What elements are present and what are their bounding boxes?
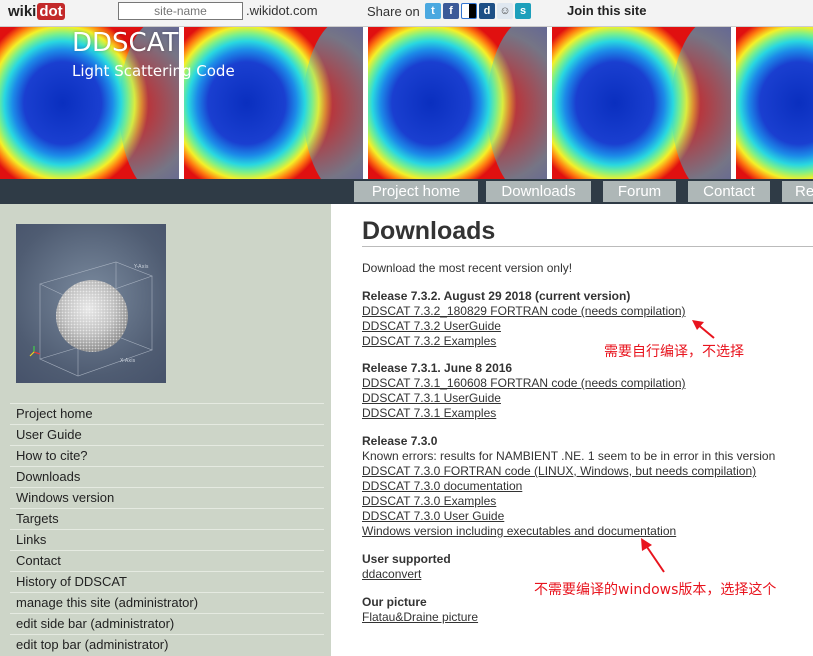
nav-contact[interactable]: Contact bbox=[688, 181, 770, 202]
sidebar-item-manage-site[interactable]: manage this site (administrator) bbox=[10, 592, 324, 613]
top-navigation: Project home Downloads Forum Contact Re bbox=[0, 179, 813, 204]
flatau-draine-picture-link[interactable]: Flatau&Draine picture bbox=[362, 610, 478, 625]
dipole-sphere-graphic: Y-Axis X-Axis bbox=[29, 261, 153, 377]
release-730-heading: Release 7.3.0 bbox=[362, 434, 438, 448]
nav-downloads[interactable]: Downloads bbox=[486, 181, 591, 202]
share-label: Share on bbox=[367, 4, 420, 19]
release-731-userguide-link[interactable]: DDSCAT 7.3.1 UserGuide bbox=[362, 391, 501, 406]
sidebar-item-windows-version[interactable]: Windows version bbox=[10, 487, 324, 508]
digg-icon[interactable]: d bbox=[479, 3, 495, 19]
page-title: Downloads bbox=[362, 217, 813, 247]
nav-project-home[interactable]: Project home bbox=[354, 181, 478, 202]
site-title[interactable]: DDSCAT bbox=[72, 27, 178, 59]
release-732-code-link[interactable]: DDSCAT 7.3.2_180829 FORTRAN code (needs … bbox=[362, 304, 686, 319]
sidebar-item-edit-side-bar[interactable]: edit side bar (administrator) bbox=[10, 613, 324, 634]
known-errors-text: Known errors: results for NAMBIENT .NE. … bbox=[362, 449, 776, 463]
sidebar-item-targets[interactable]: Targets bbox=[10, 508, 324, 529]
sidebar-item-project-home[interactable]: Project home bbox=[10, 403, 324, 424]
site-subtitle: Light Scattering Code bbox=[72, 62, 235, 80]
nav-recent[interactable]: Re bbox=[782, 181, 813, 202]
sidebar-item-contact[interactable]: Contact bbox=[10, 550, 324, 571]
annotation-note-1: 需要自行编译，不选择 bbox=[604, 344, 744, 360]
sidebar-item-how-to-cite[interactable]: How to cite? bbox=[10, 445, 324, 466]
site-name-input[interactable] bbox=[118, 2, 243, 20]
banner-image bbox=[184, 27, 363, 179]
sidebar-item-links[interactable]: Links bbox=[10, 529, 324, 550]
banner-image bbox=[736, 27, 813, 179]
side-menu: Project home User Guide How to cite? Dow… bbox=[10, 403, 324, 655]
annotation-arrow-1 bbox=[692, 320, 715, 339]
our-picture-heading: Our picture bbox=[362, 595, 427, 609]
intro-text: Download the most recent version only! bbox=[362, 261, 573, 275]
reddit-icon[interactable]: ☺ bbox=[497, 3, 513, 19]
windows-version-link[interactable]: Windows version including executables an… bbox=[362, 524, 676, 539]
header-banner: DDSCAT Light Scattering Code bbox=[0, 27, 813, 179]
svg-text:X-Axis: X-Axis bbox=[120, 358, 136, 364]
release-730-code-link[interactable]: DDSCAT 7.3.0 FORTRAN code (LINUX, Window… bbox=[362, 464, 756, 479]
sidebar-item-downloads[interactable]: Downloads bbox=[10, 466, 324, 487]
banner-image bbox=[368, 27, 547, 179]
sidebar-item-edit-top-bar[interactable]: edit top bar (administrator) bbox=[10, 634, 324, 655]
release-732-examples-link[interactable]: DDSCAT 7.3.2 Examples bbox=[362, 334, 496, 349]
sidebar-item-history[interactable]: History of DDSCAT bbox=[10, 571, 324, 592]
user-supported-heading: User supported bbox=[362, 552, 451, 566]
banner-image bbox=[552, 27, 731, 179]
wikidot-top-bar: wikidot .wikidot.com Share on t f d ☺ s … bbox=[0, 0, 813, 27]
release-732-heading: Release 7.3.2. August 29 2018 (current v… bbox=[362, 289, 631, 303]
stumbleupon-icon[interactable]: s bbox=[515, 3, 531, 19]
annotation-note-2: 不需要编译的windows版本，选择这个 bbox=[534, 582, 777, 598]
release-731-examples-link[interactable]: DDSCAT 7.3.1 Examples bbox=[362, 406, 496, 421]
release-731-heading: Release 7.3.1. June 8 2016 bbox=[362, 361, 513, 375]
release-730-examples-link[interactable]: DDSCAT 7.3.0 Examples bbox=[362, 494, 496, 509]
svg-text:Y-Axis: Y-Axis bbox=[133, 264, 149, 270]
facebook-icon[interactable]: f bbox=[443, 3, 459, 19]
share-icons: t f d ☺ s bbox=[425, 3, 531, 19]
annotation-arrow-2 bbox=[641, 538, 665, 573]
join-site-link[interactable]: Join this site bbox=[567, 3, 646, 19]
ddaconvert-link[interactable]: ddaconvert bbox=[362, 567, 421, 582]
release-730-userguide-link[interactable]: DDSCAT 7.3.0 User Guide bbox=[362, 509, 504, 524]
wikidot-logo[interactable]: wiki dot bbox=[8, 3, 65, 21]
sphere-target-image: Y-Axis X-Axis bbox=[16, 224, 166, 383]
domain-suffix: .wikidot.com bbox=[246, 3, 318, 18]
release-730-documentation-link[interactable]: DDSCAT 7.3.0 documentation bbox=[362, 479, 522, 494]
side-bar: Y-Axis X-Axis Project home User Guide Ho… bbox=[0, 204, 331, 656]
twitter-icon[interactable]: t bbox=[425, 3, 441, 19]
nav-forum[interactable]: Forum bbox=[603, 181, 676, 202]
release-732-userguide-link[interactable]: DDSCAT 7.3.2 UserGuide bbox=[362, 319, 501, 334]
delicious-icon[interactable] bbox=[461, 3, 477, 19]
sidebar-item-user-guide[interactable]: User Guide bbox=[10, 424, 324, 445]
release-731-code-link[interactable]: DDSCAT 7.3.1_160608 FORTRAN code (needs … bbox=[362, 376, 686, 391]
